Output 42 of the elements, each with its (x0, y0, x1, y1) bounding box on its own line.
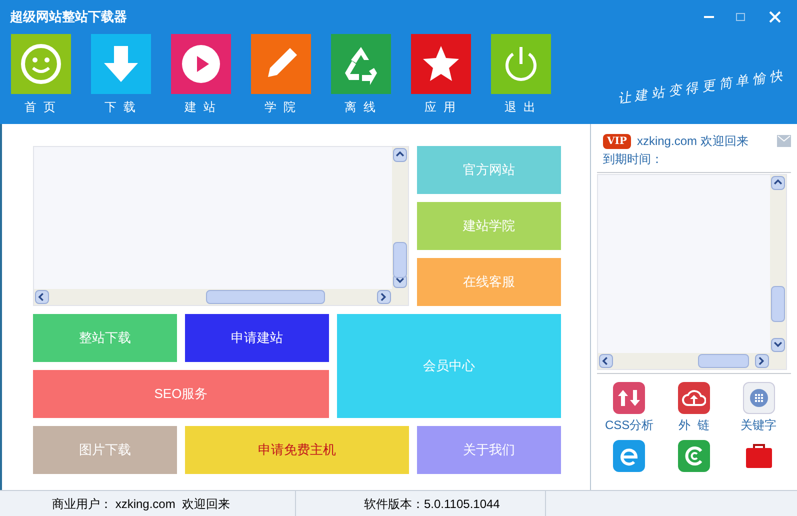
welcome-text: xzking.com 欢迎回来 (636, 133, 748, 150)
menu-tile[interactable]: 申请建站 (185, 314, 329, 362)
mail-icon[interactable] (777, 135, 791, 147)
menu-tile[interactable]: 申请免费主机 (185, 426, 409, 474)
scroll-up-button[interactable] (771, 176, 785, 190)
scroll-thumb[interactable] (698, 354, 750, 368)
window-title: 超级网站整站下载器 (10, 8, 127, 26)
scroll-thumb[interactable] (771, 286, 785, 322)
close-icon[interactable] (769, 11, 781, 23)
minimize-icon[interactable] (704, 16, 714, 18)
horizontal-scrollbar[interactable] (598, 353, 786, 369)
play-icon (180, 43, 222, 85)
menu-tile[interactable]: SEO服务 (33, 370, 329, 418)
keypad-icon (742, 382, 775, 414)
vertical-scrollbar[interactable] (770, 175, 786, 353)
menu-tile[interactable]: 图片下载 (33, 426, 177, 474)
menu-tile[interactable]: 关于我们 (417, 426, 561, 474)
horizontal-scrollbar[interactable] (34, 289, 408, 305)
tool-label[interactable]: 关键字 (740, 416, 777, 434)
vertical-scrollbar[interactable] (392, 147, 408, 289)
scroll-up-button[interactable] (393, 148, 407, 162)
scroll-left-button[interactable] (599, 354, 613, 368)
status-version: 软件版本：5.0.1105.1044 (364, 496, 500, 512)
status-user: 商业用户： xzking.com 欢迎回来 (52, 496, 230, 512)
scroll-right-button[interactable] (377, 290, 391, 304)
maximize-icon[interactable] (736, 13, 745, 21)
c-logo-icon (678, 440, 710, 472)
scroll-thumb[interactable] (393, 242, 407, 278)
vip-badge: VIP (603, 134, 631, 148)
slogan: 让建站变得更简单愉快 (616, 67, 788, 109)
expiry-label: 到期时间： (602, 151, 664, 168)
scroll-right-button[interactable] (755, 354, 769, 368)
scroll-thumb[interactable] (206, 290, 325, 304)
tool-label[interactable]: 外 链 (678, 416, 710, 434)
browser-e-icon (613, 440, 646, 472)
tool-label[interactable]: CSS分析 (604, 416, 654, 434)
scroll-left-button[interactable] (35, 290, 49, 304)
menu-tile[interactable]: 整站下载 (33, 314, 177, 362)
scroll-down-button[interactable] (771, 338, 785, 352)
cloud-upload-icon (678, 382, 710, 414)
smiley-icon (20, 43, 62, 85)
up-down-arrows-icon (613, 382, 646, 414)
